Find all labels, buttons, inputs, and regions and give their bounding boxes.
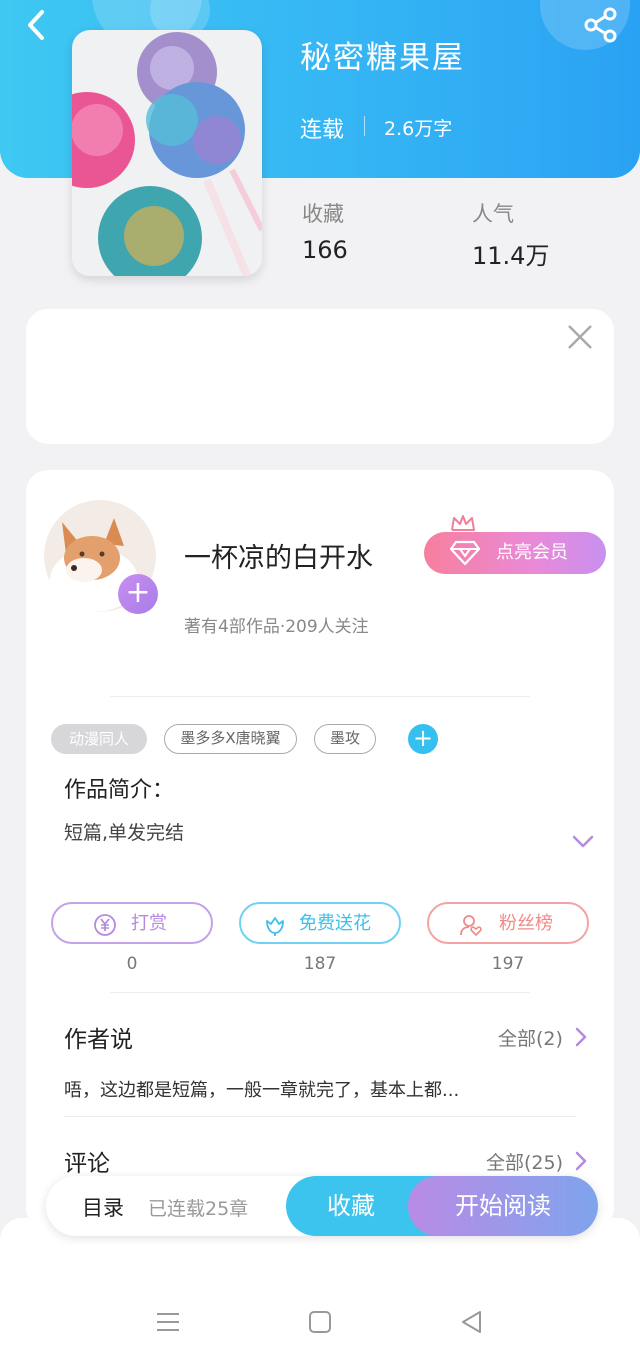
reward-button[interactable]: 打赏 (51, 902, 213, 944)
chevron-right-icon[interactable] (574, 1150, 588, 1172)
yen-icon (94, 914, 116, 936)
send-flower-label: 免费送花 (299, 913, 371, 934)
fan-ranking-button[interactable]: 粉丝榜 (427, 902, 589, 944)
chapter-status: 已连载25章 (148, 1198, 249, 1220)
flower-icon (266, 917, 284, 936)
cover-image (72, 30, 262, 276)
chevron-right-icon[interactable] (574, 1026, 588, 1048)
book-detail-card: + 一杯凉的白开水 著有4部作品·209人关注 点亮会员 动漫同人 墨多多X唐晓… (26, 470, 614, 1230)
author-name[interactable]: 一杯凉的白开水 (184, 536, 373, 575)
ad-banner (26, 309, 614, 444)
user-heart-icon (460, 915, 482, 937)
chevron-down-icon[interactable] (572, 834, 594, 850)
author-says-more[interactable]: 全部(2) (498, 1024, 563, 1051)
chevron-left-icon[interactable] (20, 8, 54, 42)
close-icon[interactable] (566, 323, 594, 351)
favorites-label: 收藏 (302, 202, 344, 226)
reward-count: 0 (126, 954, 138, 974)
divider (110, 992, 530, 993)
toc-button[interactable]: 目录 (82, 1192, 124, 1222)
send-flower-button[interactable]: 免费送花 (239, 902, 401, 944)
author-meta: 著有4部作品·209人关注 (184, 617, 369, 637)
tag-pairing[interactable]: 墨多多X唐晓翼 (164, 724, 297, 754)
follow-author-button[interactable]: + (118, 574, 158, 614)
favorites-count: 166 (302, 236, 348, 264)
add-tag-button[interactable]: + (408, 724, 438, 754)
book-title: 秘密糖果屋 (300, 40, 465, 76)
intro-text: 短篇,单发完结 (64, 822, 185, 844)
fan-count: 197 (491, 954, 525, 974)
flower-count: 187 (303, 954, 337, 974)
divider (110, 696, 530, 697)
bottom-action-bar: 目录 已连载25章 收藏 开始阅读 (46, 1176, 598, 1236)
serial-status: 连载 (300, 118, 345, 143)
book-cover[interactable] (72, 30, 262, 276)
popularity-label: 人气 (472, 202, 514, 226)
comments-title: 评论 (64, 1151, 110, 1177)
popularity-count: 11.4万 (472, 242, 550, 270)
back-triangle-icon[interactable] (458, 1308, 486, 1336)
fan-ranking-label: 粉丝榜 (499, 913, 553, 934)
crown-icon (451, 515, 475, 531)
bottom-navigation-area (0, 1218, 640, 1361)
divider (364, 116, 365, 136)
word-count: 2.6万字 (384, 118, 453, 140)
reward-label: 打赏 (131, 913, 167, 934)
intro-title: 作品简介： (64, 778, 175, 803)
start-reading-button[interactable]: 开始阅读 (408, 1176, 598, 1236)
author-says-text[interactable]: 唔，这边都是短篇，一般一章就完了，基本上都... (64, 1076, 459, 1102)
vip-button-label: 点亮会员 (496, 542, 568, 563)
tag-category[interactable]: 动漫同人 (51, 724, 147, 754)
menu-icon[interactable] (154, 1308, 182, 1336)
home-icon[interactable] (306, 1308, 334, 1336)
divider (64, 1116, 576, 1117)
diamond-icon (450, 540, 480, 566)
author-says-title: 作者说 (64, 1027, 133, 1053)
tag-keyword[interactable]: 墨攻 (314, 724, 376, 754)
comments-more[interactable]: 全部(25) (486, 1148, 563, 1175)
share-icon[interactable] (582, 6, 620, 44)
vip-button[interactable]: 点亮会员 (424, 532, 606, 574)
